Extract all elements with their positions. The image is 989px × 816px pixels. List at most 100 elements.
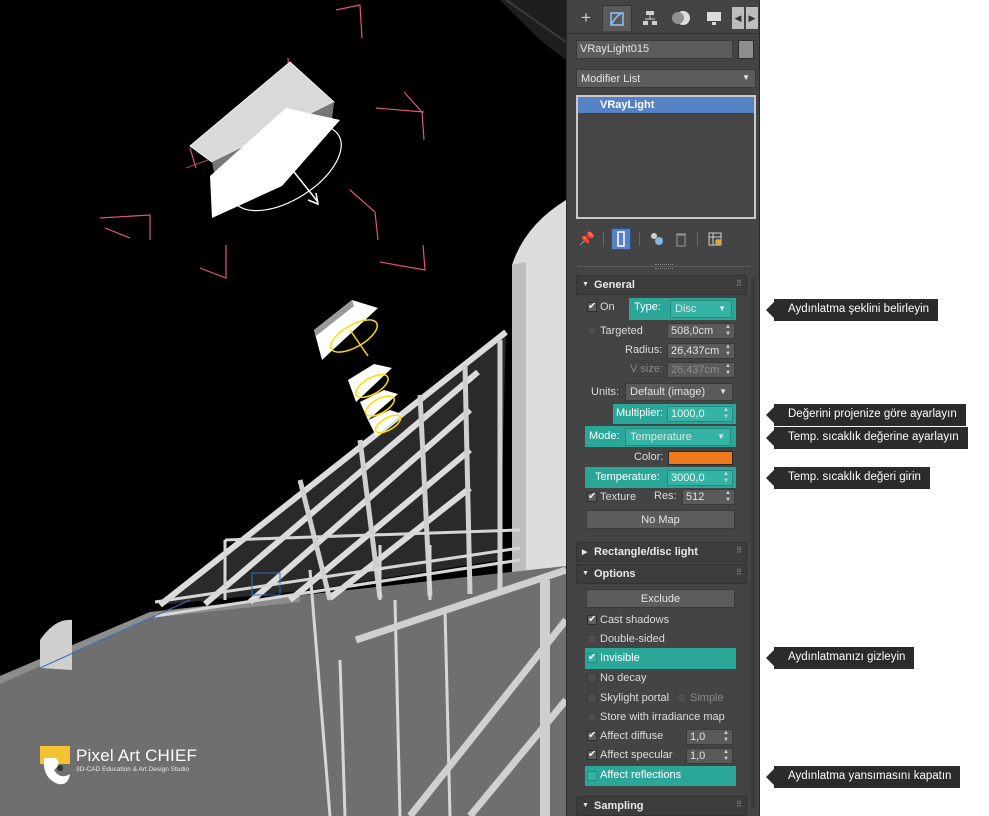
motion-tab[interactable] — [667, 5, 697, 31]
skylight-portal-label: Skylight portal — [600, 692, 670, 704]
cast-shadows-label: Cast shadows — [600, 614, 670, 626]
callout-affect-reflections: Aydınlatma yansımasını kapatın — [765, 766, 961, 788]
rollout-collapsed-icon: ▶ — [582, 549, 588, 556]
rollout-grip-icon: ⠿ — [736, 279, 742, 288]
sampling-rollout-header[interactable]: ▼ Sampling ⠿ — [576, 796, 747, 816]
double-sided-checkbox[interactable] — [587, 634, 597, 644]
options-rollout-title: Options — [594, 568, 636, 580]
affect-diffuse-spinner[interactable]: 1,0 ▲ ▼ — [686, 729, 733, 745]
affect-reflections-checkbox[interactable] — [587, 771, 597, 781]
double-sided-label: Double-sided — [600, 633, 665, 645]
configure-modifier-sets-icon — [708, 232, 722, 246]
create-icon: + — [581, 8, 591, 27]
make-unique-icon — [651, 233, 663, 245]
viewport-scene — [0, 0, 566, 816]
invisible-label: Invisible — [600, 652, 640, 664]
mode-row-highlight: Mode: Temperature ▼ — [585, 426, 736, 447]
radius-spinner[interactable]: 26,437cm ▲ ▼ — [667, 343, 735, 359]
vsize-label: V size: — [630, 363, 664, 375]
rollout-grip-icon: ⠿ — [736, 568, 742, 577]
stack-item-vraylight[interactable]: VRayLight — [578, 97, 754, 113]
configure-modifier-sets-button[interactable] — [705, 228, 725, 250]
affect-specular-value: 1,0 — [690, 750, 706, 762]
create-tab[interactable]: + — [571, 5, 601, 31]
modifier-stack: VRayLight — [576, 95, 756, 219]
res-spinner[interactable]: 512 ▲ ▼ — [682, 489, 735, 505]
radius-label: Radius: — [625, 344, 663, 356]
simple-checkbox — [677, 693, 687, 703]
hierarchy-tab[interactable] — [635, 5, 665, 31]
temperature-spinner[interactable]: 3000,0 ▲ ▼ — [667, 470, 733, 486]
spinner-arrows-icon: ▲ ▼ — [725, 490, 731, 503]
callout-light-shape: Aydınlatma şeklini belirleyin — [765, 299, 939, 321]
rectangle-disc-rollout-title: Rectangle/disc light — [594, 546, 698, 558]
skylight-portal-checkbox[interactable] — [587, 693, 597, 703]
modify-tab[interactable] — [602, 5, 632, 31]
chevron-down-icon: ▼ — [718, 304, 726, 313]
object-name-field[interactable]: VRayLight015 — [576, 40, 733, 59]
options-rollout-header[interactable]: ▼ Options ⠿ — [576, 564, 747, 584]
spinner-arrows-icon: ▲ ▼ — [723, 407, 729, 420]
affect-specular-checkbox[interactable]: ✔ — [587, 750, 597, 760]
show-end-result-icon — [617, 231, 625, 247]
multiplier-spinner[interactable]: 1000,0 ▲ ▼ — [667, 406, 733, 422]
remove-modifier-button[interactable] — [671, 228, 691, 250]
rollout-expanded-icon: ▼ — [582, 281, 589, 288]
rectangle-disc-rollout-header[interactable]: ▶ Rectangle/disc light ⠿ — [576, 542, 747, 562]
modifier-stack-toolbar: 📌 — [567, 226, 759, 252]
texture-label: Texture — [600, 491, 637, 503]
viewport[interactable]: Pixel Art CHIEF 3D-CAD Education & Art D… — [0, 0, 566, 816]
modifier-list-dropdown[interactable]: Modifier List ▼ — [576, 69, 756, 88]
affect-specular-spinner[interactable]: 1,0 ▲ ▼ — [686, 748, 733, 764]
modify-icon — [610, 11, 624, 26]
vsize-spinner: 26,437cm ▲ ▼ — [667, 362, 735, 378]
callout-invisible: Aydınlatmanızı gizleyin — [765, 647, 915, 669]
display-tab[interactable] — [699, 5, 729, 31]
tabs-scroll-left-icon[interactable]: ◀ — [732, 7, 744, 29]
mode-value: Temperature — [630, 431, 692, 443]
chameleon-logo-icon — [40, 746, 70, 785]
logo-subtitle: 3D-CAD Education & Art Design Studio — [76, 766, 190, 773]
exclude-button[interactable]: Exclude — [586, 589, 735, 608]
show-end-result-button[interactable] — [611, 228, 631, 250]
pin-stack-button[interactable]: 📌 — [577, 228, 597, 250]
units-dropdown[interactable]: Default (image) ▼ — [625, 383, 733, 401]
motion-icon — [672, 11, 690, 25]
invisible-checkbox[interactable]: ✔ — [587, 653, 597, 663]
panel-resize-grip[interactable] — [655, 264, 673, 269]
no-map-button[interactable]: No Map — [586, 510, 735, 529]
tabs-scroll-right-icon[interactable]: ▶ — [746, 7, 758, 29]
on-label: On — [600, 301, 615, 313]
light-color-swatch[interactable] — [668, 451, 733, 465]
mode-dropdown[interactable]: Temperature ▼ — [625, 428, 731, 446]
toolbar-divider — [639, 232, 640, 246]
spinner-arrows-icon: ▲ ▼ — [723, 730, 729, 743]
callout-multiplier: Değerini projenize göre ayarlayın — [766, 404, 966, 426]
affect-diffuse-label: Affect diffuse — [600, 730, 664, 742]
affect-diffuse-checkbox[interactable]: ✔ — [587, 731, 597, 741]
targeted-distance-spinner[interactable]: 508,0cm ▲ ▼ — [667, 323, 735, 339]
type-dropdown[interactable]: Disc ▼ — [670, 300, 732, 318]
affect-diffuse-value: 1,0 — [690, 731, 706, 743]
cast-shadows-checkbox[interactable]: ✔ — [587, 615, 597, 625]
temperature-label: Temperature: — [595, 471, 660, 483]
on-checkbox[interactable]: ✔ — [587, 302, 597, 312]
targeted-checkbox[interactable] — [587, 326, 597, 336]
simple-label: Simple — [690, 692, 724, 704]
general-rollout-header[interactable]: ▼ General ⠿ — [576, 275, 747, 295]
callout-temperature: Temp. sıcaklık değeri girin — [766, 467, 930, 489]
display-icon — [707, 12, 721, 25]
toolbar-divider — [603, 232, 604, 246]
multiplier-label: Multiplier: — [616, 407, 664, 419]
store-irradiance-checkbox[interactable] — [587, 712, 597, 722]
units-value: Default (image) — [630, 386, 706, 398]
panel-scrollbar[interactable] — [751, 278, 755, 808]
units-label: Units: — [591, 386, 620, 398]
make-unique-button[interactable] — [647, 228, 667, 250]
no-decay-checkbox[interactable] — [587, 673, 597, 683]
texture-checkbox[interactable]: ✔ — [587, 492, 597, 502]
general-rollout-title: General — [594, 279, 635, 291]
targeted-distance-value: 508,0cm — [671, 325, 714, 337]
chevron-down-icon: ▼ — [742, 73, 750, 82]
object-color-swatch[interactable] — [738, 40, 754, 59]
